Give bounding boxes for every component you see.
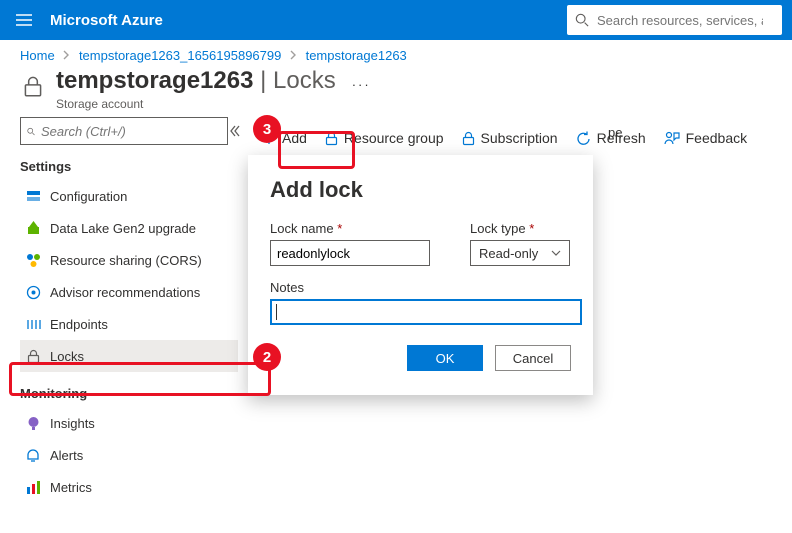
resource-group-button[interactable]: Resource group <box>325 130 444 146</box>
chevron-right-icon <box>63 48 70 63</box>
metrics-icon <box>22 481 44 494</box>
lock-icon <box>20 73 46 102</box>
sidebar-item-advisor[interactable]: Advisor recommendations <box>20 276 238 308</box>
advisor-icon <box>22 285 44 300</box>
callout-badge-3: 3 <box>253 115 281 143</box>
breadcrumb-leaf[interactable]: tempstorage1263 <box>306 48 407 63</box>
cancel-button[interactable]: Cancel <box>495 345 571 371</box>
sidebar-item-configuration[interactable]: Configuration <box>20 180 238 212</box>
subscription-button[interactable]: Subscription <box>462 130 558 146</box>
sidebar-item-insights[interactable]: Insights <box>20 407 238 439</box>
chevron-down-icon <box>551 250 561 256</box>
section-header-settings: Settings <box>20 159 238 174</box>
global-search[interactable] <box>567 5 782 35</box>
configuration-icon <box>22 190 44 202</box>
sidebar-item-label: Alerts <box>50 448 83 463</box>
locktype-label: Lock type * <box>470 221 570 236</box>
page-title: tempstorage1263 | Locks <box>56 67 336 95</box>
notes-input[interactable] <box>270 299 582 325</box>
type-column-hint: pe <box>608 125 622 140</box>
add-lock-panel: Add lock Lock name * Lock type * Read-on… <box>248 155 593 395</box>
sidebar-item-label: Metrics <box>50 480 92 495</box>
sidebar-item-metrics[interactable]: Metrics <box>20 471 238 503</box>
insights-icon <box>22 416 44 431</box>
main-content: Add Resource group Subscription Refresh … <box>238 117 792 503</box>
section-header-monitoring: Monitoring <box>20 386 238 401</box>
sidebar-item-datalake-upgrade[interactable]: Data Lake Gen2 upgrade <box>20 212 238 244</box>
global-search-input[interactable] <box>595 12 765 29</box>
lockname-input[interactable] <box>270 240 430 266</box>
sidebar-item-label: Endpoints <box>50 317 108 332</box>
sidebar-item-label: Insights <box>50 416 95 431</box>
azure-topbar: Microsoft Azure <box>0 0 792 40</box>
ok-button[interactable]: OK <box>407 345 483 371</box>
lock-icon <box>462 131 475 146</box>
locks-toolbar: Add Resource group Subscription Refresh … <box>262 117 792 157</box>
feedback-icon <box>664 131 680 145</box>
sidebar-item-label: Locks <box>50 349 84 364</box>
upgrade-icon <box>22 221 44 235</box>
sidebar-item-endpoints[interactable]: Endpoints <box>20 308 238 340</box>
cors-icon <box>22 253 44 268</box>
sidebar-item-alerts[interactable]: Alerts <box>20 439 238 471</box>
sidebar-search[interactable] <box>20 117 228 145</box>
lockname-label: Lock name * <box>270 221 430 236</box>
lock-icon <box>22 349 44 364</box>
notes-label: Notes <box>270 280 571 295</box>
lock-icon <box>325 131 338 146</box>
endpoints-icon <box>22 318 44 331</box>
sidebar-item-label: Configuration <box>50 189 127 204</box>
breadcrumb-parent[interactable]: tempstorage1263_1656195896799 <box>79 48 281 63</box>
breadcrumb-home[interactable]: Home <box>20 48 55 63</box>
search-icon <box>575 13 589 27</box>
brand-label: Microsoft Azure <box>50 12 163 29</box>
page-subtitle: Storage account <box>56 97 336 111</box>
search-icon <box>27 125 35 138</box>
hamburger-icon[interactable] <box>10 14 38 26</box>
panel-heading: Add lock <box>270 177 571 203</box>
more-actions-icon[interactable]: ··· <box>352 77 371 92</box>
alerts-icon <box>22 448 44 462</box>
sidebar-item-label: Resource sharing (CORS) <box>50 253 202 268</box>
locktype-select[interactable]: Read-only <box>470 240 570 266</box>
page-title-row: tempstorage1263 | Locks Storage account … <box>0 67 792 117</box>
resource-sidebar: Settings Configuration Data Lake Gen2 up… <box>20 117 238 503</box>
sidebar-item-label: Advisor recommendations <box>50 285 200 300</box>
chevron-right-icon <box>290 48 297 63</box>
callout-badge-2: 2 <box>253 343 281 371</box>
sidebar-item-locks[interactable]: Locks <box>20 340 238 372</box>
sidebar-search-input[interactable] <box>39 123 221 140</box>
sidebar-item-label: Data Lake Gen2 upgrade <box>50 221 196 236</box>
refresh-icon <box>576 131 591 146</box>
breadcrumb: Home tempstorage1263_1656195896799 temps… <box>0 40 792 67</box>
sidebar-item-cors[interactable]: Resource sharing (CORS) <box>20 244 238 276</box>
feedback-button[interactable]: Feedback <box>664 130 747 146</box>
